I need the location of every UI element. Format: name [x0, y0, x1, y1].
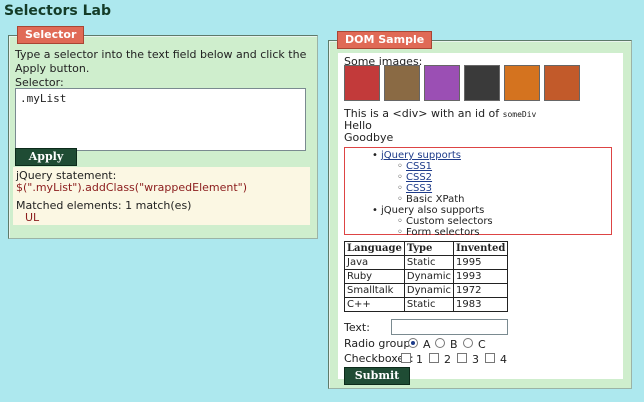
apply-button[interactable]: Apply	[15, 148, 77, 166]
table-cell: Static	[403, 255, 455, 270]
image-flower-purple	[424, 65, 460, 101]
radio-b[interactable]	[435, 338, 445, 348]
image-flower-pot	[544, 65, 580, 101]
list-item[interactable]: CSS2	[397, 172, 432, 183]
table-cell: 1993	[452, 269, 509, 284]
div-id: someDiv	[502, 110, 537, 119]
matched-item: UL	[25, 211, 40, 224]
radio-c-label: C	[478, 338, 486, 351]
languages-table: Language Type Invented Java Static 1995 …	[344, 241, 509, 312]
list-item: Basic XPath	[397, 194, 465, 205]
table-row: Ruby Dynamic 1993	[344, 269, 509, 284]
list-item: Form selectors	[397, 227, 479, 238]
table-cell: Dynamic	[403, 283, 455, 298]
radio-a-label: A	[423, 338, 431, 351]
selector-panel: Selector Type a selector into the text f…	[8, 26, 318, 239]
table-header: Language	[344, 241, 405, 256]
my-list: jQuery supports CSS1 CSS2 CSS3 Basic XPa…	[344, 147, 612, 238]
table-cell: Static	[403, 297, 455, 312]
page-title: Selectors Lab	[4, 3, 111, 19]
checkbox-2[interactable]	[429, 353, 439, 363]
list-item[interactable]: CSS3	[397, 183, 432, 194]
table-cell: Smalltalk	[344, 283, 405, 298]
radio-a[interactable]	[408, 338, 418, 348]
image-flower-red	[344, 65, 380, 101]
image-dog	[384, 65, 420, 101]
image-flower-orange	[504, 65, 540, 101]
table-cell: 1972	[452, 283, 509, 298]
statement-code: $(".myList").addClass("wrappedElement")	[16, 181, 248, 194]
table-cell: 1983	[452, 297, 509, 312]
div-description: This is a <div> with an id of someDiv	[344, 107, 536, 120]
table-header: Invented	[452, 241, 509, 256]
list-item[interactable]: jQuery supports	[372, 150, 461, 161]
table-cell: Ruby	[344, 269, 405, 284]
checkbox-4-label: 4	[500, 353, 507, 366]
table-row: Java Static 1995	[344, 255, 509, 270]
table-cell: Dynamic	[403, 269, 455, 284]
list-item[interactable]: CSS1	[397, 161, 432, 172]
checkbox-3-label: 3	[472, 353, 479, 366]
radio-b-label: B	[450, 338, 458, 351]
dom-sample-content: Some images: This is a <div> with an id …	[338, 53, 623, 385]
radio-c[interactable]	[463, 338, 473, 348]
table-cell: 1995	[452, 255, 509, 270]
list-item: Custom selectors	[397, 216, 493, 227]
table-row: C++ Static 1983	[344, 297, 509, 312]
table-header: Type	[403, 241, 455, 256]
selector-input[interactable]: .myList	[15, 88, 306, 151]
table-cell: Java	[344, 255, 405, 270]
text-label: Text:	[344, 321, 370, 334]
submit-button[interactable]: Submit	[344, 367, 410, 385]
dom-sample-panel: DOM Sample Some images: This is a <div> …	[328, 31, 632, 389]
dom-sample-legend: DOM Sample	[337, 31, 433, 49]
instructions-text: Type a selector into the text field belo…	[15, 48, 307, 75]
checkbox-1-label: 1	[416, 353, 423, 366]
checkbox-1[interactable]	[401, 353, 411, 363]
matched-label: Matched elements: 1 match(es)	[16, 199, 192, 212]
text-field[interactable]	[391, 319, 508, 335]
radio-group-label: Radio group:	[344, 337, 415, 350]
table-cell: C++	[344, 297, 405, 312]
image-dog-dark	[464, 65, 500, 101]
list-item: jQuery also supports	[372, 205, 484, 216]
checkbox-2-label: 2	[444, 353, 451, 366]
selector-legend: Selector	[17, 26, 85, 44]
result-box: jQuery statement: $(".myList").addClass(…	[13, 167, 310, 225]
checkbox-3[interactable]	[457, 353, 467, 363]
table-row: Smalltalk Dynamic 1972	[344, 283, 509, 298]
goodbye-text: Goodbye	[344, 131, 394, 144]
checkbox-4[interactable]	[485, 353, 495, 363]
